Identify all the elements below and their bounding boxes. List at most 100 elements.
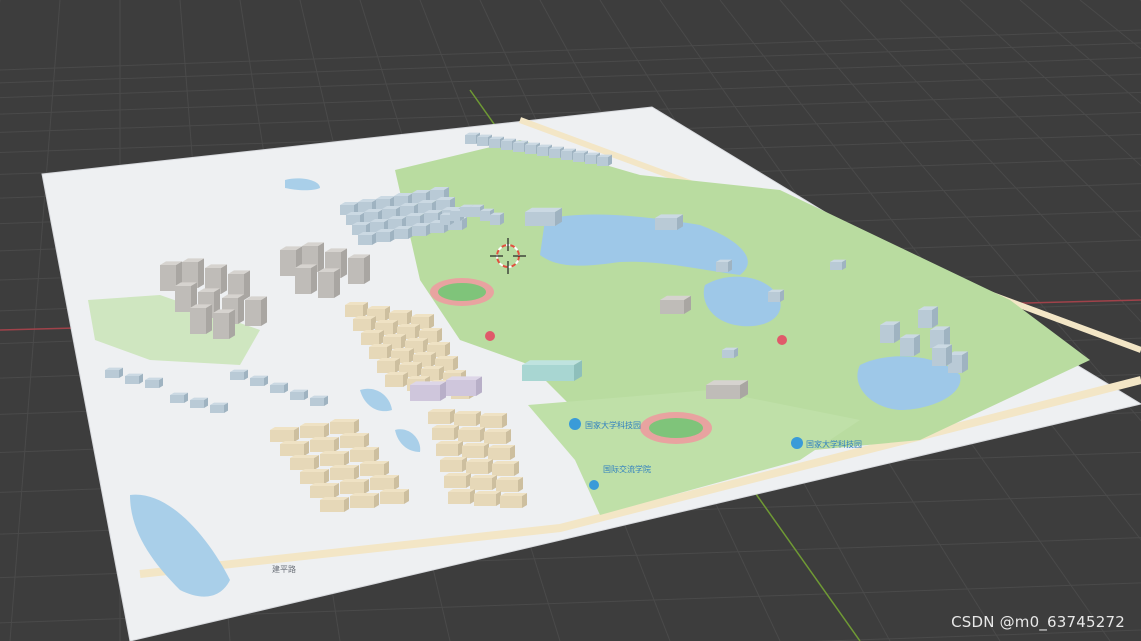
road-label: 建平路 <box>272 564 296 574</box>
tan-block[interactable] <box>350 447 379 462</box>
blue-block[interactable] <box>170 392 188 403</box>
tan-block[interactable] <box>340 433 369 448</box>
blue-block-face <box>170 395 184 403</box>
tan-block[interactable] <box>436 441 463 456</box>
blue-block[interactable] <box>125 373 143 384</box>
grey-tower-side <box>334 268 340 298</box>
grey-tower[interactable] <box>348 254 370 284</box>
blue-block[interactable] <box>412 223 431 236</box>
tan-block[interactable] <box>353 316 376 331</box>
blue-hall[interactable] <box>655 214 683 230</box>
tan-block-face <box>444 476 466 488</box>
tan-block[interactable] <box>454 411 481 426</box>
tan-block[interactable] <box>444 473 471 488</box>
poi-marker-blue-1[interactable] <box>569 418 581 430</box>
3d-viewport[interactable]: 建平路 国家大学科技园 国家大学科技园 国际交流学院 CSDN @m0_6374… <box>0 0 1141 641</box>
viewport-scene[interactable]: 建平路 国家大学科技园 国家大学科技园 国际交流学院 <box>0 0 1141 641</box>
tan-block[interactable] <box>380 489 409 504</box>
blue-block[interactable] <box>768 289 784 302</box>
blue-tower[interactable] <box>918 306 938 328</box>
blue-block[interactable] <box>376 229 395 242</box>
grey-tower-side <box>221 264 227 294</box>
tan-block[interactable] <box>280 441 309 456</box>
tan-block[interactable] <box>369 344 392 359</box>
blue-block[interactable] <box>358 232 377 245</box>
tan-block[interactable] <box>488 445 515 460</box>
grey-tower[interactable] <box>213 309 235 339</box>
grey-tower[interactable] <box>245 296 267 326</box>
blue-block[interactable] <box>310 395 328 406</box>
tan-block[interactable] <box>340 479 369 494</box>
tan-block[interactable] <box>484 429 511 444</box>
blue-block[interactable] <box>190 397 208 408</box>
tan-block[interactable] <box>370 475 399 490</box>
blue-block[interactable] <box>597 154 612 166</box>
tan-block[interactable] <box>300 469 329 484</box>
sports-track-north <box>430 278 494 306</box>
blue-block[interactable] <box>830 259 846 270</box>
tan-block[interactable] <box>474 491 501 506</box>
blue-block[interactable] <box>290 389 308 400</box>
tan-block[interactable] <box>458 427 485 442</box>
lavender-hall[interactable] <box>410 381 446 401</box>
tan-block[interactable] <box>330 419 359 434</box>
tan-block[interactable] <box>492 461 519 476</box>
tan-block-face <box>300 426 324 438</box>
poi-marker-blue-3[interactable] <box>589 480 599 490</box>
tan-block[interactable] <box>440 457 467 472</box>
blue-block[interactable] <box>722 347 738 358</box>
grey-tower[interactable] <box>295 264 317 294</box>
tan-block-roof <box>340 433 369 436</box>
blue-tower[interactable] <box>880 321 900 343</box>
tan-block[interactable] <box>310 437 339 452</box>
blue-tower[interactable] <box>932 344 952 366</box>
poi-marker-blue-2[interactable] <box>791 437 803 449</box>
tan-block-face <box>340 436 364 448</box>
watermark-text: CSDN @m0_63745272 <box>951 613 1125 631</box>
tan-block[interactable] <box>320 497 349 512</box>
blue-hall[interactable] <box>525 207 562 226</box>
tan-block[interactable] <box>480 413 507 428</box>
blue-block[interactable] <box>230 369 248 380</box>
blue-block[interactable] <box>145 377 163 388</box>
tan-block[interactable] <box>462 443 489 458</box>
tan-block[interactable] <box>385 372 408 387</box>
tan-block[interactable] <box>320 451 349 466</box>
tan-block[interactable] <box>432 425 459 440</box>
blue-block[interactable] <box>270 382 288 393</box>
grey-tower-face <box>280 250 296 276</box>
tan-block[interactable] <box>500 493 527 508</box>
teal-hall[interactable] <box>522 360 582 381</box>
tan-block[interactable] <box>470 475 497 490</box>
blue-block[interactable] <box>250 375 268 386</box>
tan-block[interactable] <box>310 483 339 498</box>
tan-block[interactable] <box>377 358 400 373</box>
tan-block[interactable] <box>448 489 475 504</box>
blue-block[interactable] <box>490 212 504 225</box>
grey-hall[interactable] <box>660 295 691 314</box>
gymnasium[interactable] <box>706 380 748 399</box>
grey-tower-face <box>318 272 334 298</box>
blue-block-face <box>585 155 596 164</box>
blue-block[interactable] <box>105 367 123 378</box>
tan-block[interactable] <box>350 493 379 508</box>
grey-tower[interactable] <box>318 268 340 298</box>
blue-block[interactable] <box>394 226 413 239</box>
tan-block[interactable] <box>428 409 455 424</box>
lavender-hall[interactable] <box>446 376 482 396</box>
tan-block[interactable] <box>300 423 329 438</box>
tan-block[interactable] <box>466 459 493 474</box>
tan-block[interactable] <box>270 427 299 442</box>
tan-block[interactable] <box>345 302 368 317</box>
tan-block[interactable] <box>290 455 319 470</box>
poi-marker-red-2[interactable] <box>777 335 787 345</box>
blue-block[interactable] <box>210 402 228 413</box>
tan-block[interactable] <box>330 465 359 480</box>
tan-block[interactable] <box>496 477 523 492</box>
tan-block[interactable] <box>360 461 389 476</box>
grey-tower[interactable] <box>190 304 212 334</box>
poi-marker-red-1[interactable] <box>485 331 495 341</box>
blue-tower[interactable] <box>900 334 920 356</box>
tan-block[interactable] <box>361 330 384 345</box>
blue-block[interactable] <box>716 259 732 272</box>
